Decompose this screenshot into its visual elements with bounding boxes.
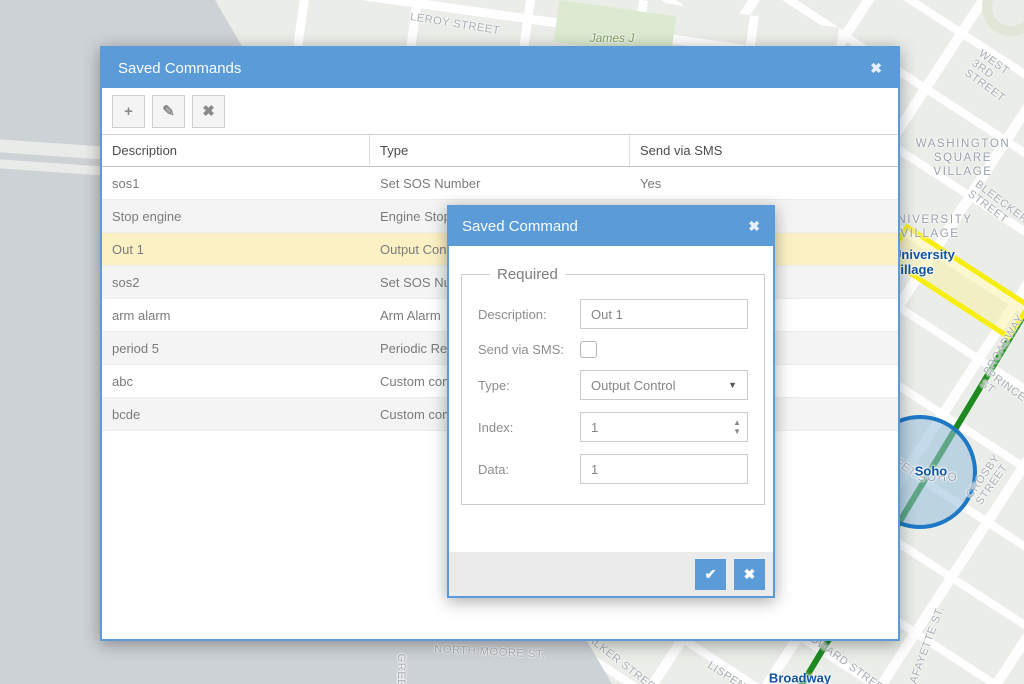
saved-command-titlebar[interactable]: Saved Command ✖ bbox=[449, 207, 773, 246]
cell-description: period 5 bbox=[102, 341, 370, 356]
type-selected-value: Output Control bbox=[591, 378, 728, 393]
add-command-button[interactable]: + bbox=[112, 95, 145, 128]
cancel-button[interactable]: ✖ bbox=[734, 559, 765, 590]
edit-command-button[interactable]: ✎ bbox=[152, 95, 185, 128]
saved-command-form: Required Description: Send via SMS: Type… bbox=[449, 246, 773, 552]
saved-command-title: Saved Command bbox=[462, 218, 748, 235]
delete-command-button[interactable]: ✖ bbox=[192, 95, 225, 128]
index-value: 1 bbox=[591, 420, 733, 435]
description-row: Description: bbox=[478, 299, 748, 329]
index-row: Index: 1 ▲ ▼ bbox=[478, 412, 748, 442]
cell-description: bcde bbox=[102, 407, 370, 422]
saved-command-footer: ✔ ✖ bbox=[449, 552, 773, 596]
column-header-sms[interactable]: Send via SMS bbox=[630, 135, 898, 166]
index-label: Index: bbox=[478, 420, 580, 435]
spin-up-icon[interactable]: ▲ bbox=[733, 419, 741, 427]
table-row[interactable]: sos1 Set SOS Number Yes bbox=[102, 167, 898, 200]
send-via-sms-row: Send via SMS: bbox=[478, 341, 748, 358]
cell-description: arm alarm bbox=[102, 308, 370, 323]
commands-toolbar: + ✎ ✖ bbox=[102, 88, 898, 134]
stepper-arrows: ▲ ▼ bbox=[733, 419, 741, 436]
saved-commands-titlebar[interactable]: Saved Commands ✖ bbox=[102, 48, 898, 88]
type-label: Type: bbox=[478, 378, 580, 393]
send-via-sms-checkbox[interactable] bbox=[580, 341, 597, 358]
cell-description: Out 1 bbox=[102, 242, 370, 257]
close-icon[interactable]: ✖ bbox=[748, 218, 760, 235]
data-label: Data: bbox=[478, 462, 580, 477]
place-label-broadway: Broadway bbox=[769, 671, 831, 684]
chevron-down-icon: ▼ bbox=[728, 380, 737, 390]
saved-command-dialog: Saved Command ✖ Required Description: Se… bbox=[447, 205, 775, 598]
cell-description: abc bbox=[102, 374, 370, 389]
type-select[interactable]: Output Control ▼ bbox=[580, 370, 748, 400]
confirm-button[interactable]: ✔ bbox=[695, 559, 726, 590]
place-label-university-village: University Village bbox=[892, 247, 980, 277]
description-label: Description: bbox=[478, 307, 580, 322]
data-row: Data: bbox=[478, 454, 748, 484]
index-stepper[interactable]: 1 ▲ ▼ bbox=[580, 412, 748, 442]
type-row: Type: Output Control ▼ bbox=[478, 370, 748, 400]
cell-type: Set SOS Number bbox=[370, 176, 630, 191]
required-fieldset: Required Description: Send via SMS: Type… bbox=[461, 266, 765, 505]
description-input[interactable] bbox=[580, 299, 748, 329]
park-label-james-walker: James J bbox=[590, 31, 635, 45]
data-input[interactable] bbox=[580, 454, 748, 484]
column-header-description[interactable]: Description bbox=[102, 135, 370, 166]
area-label-university-village: UNIVERSITY VILLAGE bbox=[887, 213, 972, 241]
place-label-soho: Soho bbox=[915, 464, 948, 479]
cell-description: sos1 bbox=[102, 176, 370, 191]
street-label-greenwich: GREENWICH ST bbox=[395, 654, 407, 684]
spin-down-icon[interactable]: ▼ bbox=[733, 428, 741, 436]
area-label-washington-square-village: WASHINGTON SQUARE VILLAGE bbox=[916, 137, 1011, 179]
cell-description: sos2 bbox=[102, 275, 370, 290]
screen: LEROY STREET James J WEST 3RD STREET WAS… bbox=[0, 0, 1024, 684]
column-header-type[interactable]: Type bbox=[370, 135, 630, 166]
commands-table-header: Description Type Send via SMS bbox=[102, 134, 898, 167]
cell-description: Stop engine bbox=[102, 209, 370, 224]
cell-sms: Yes bbox=[630, 176, 898, 191]
required-legend: Required bbox=[490, 266, 565, 283]
close-icon[interactable]: ✖ bbox=[870, 60, 882, 77]
send-via-sms-label: Send via SMS: bbox=[478, 342, 580, 357]
saved-commands-title: Saved Commands bbox=[118, 60, 870, 77]
